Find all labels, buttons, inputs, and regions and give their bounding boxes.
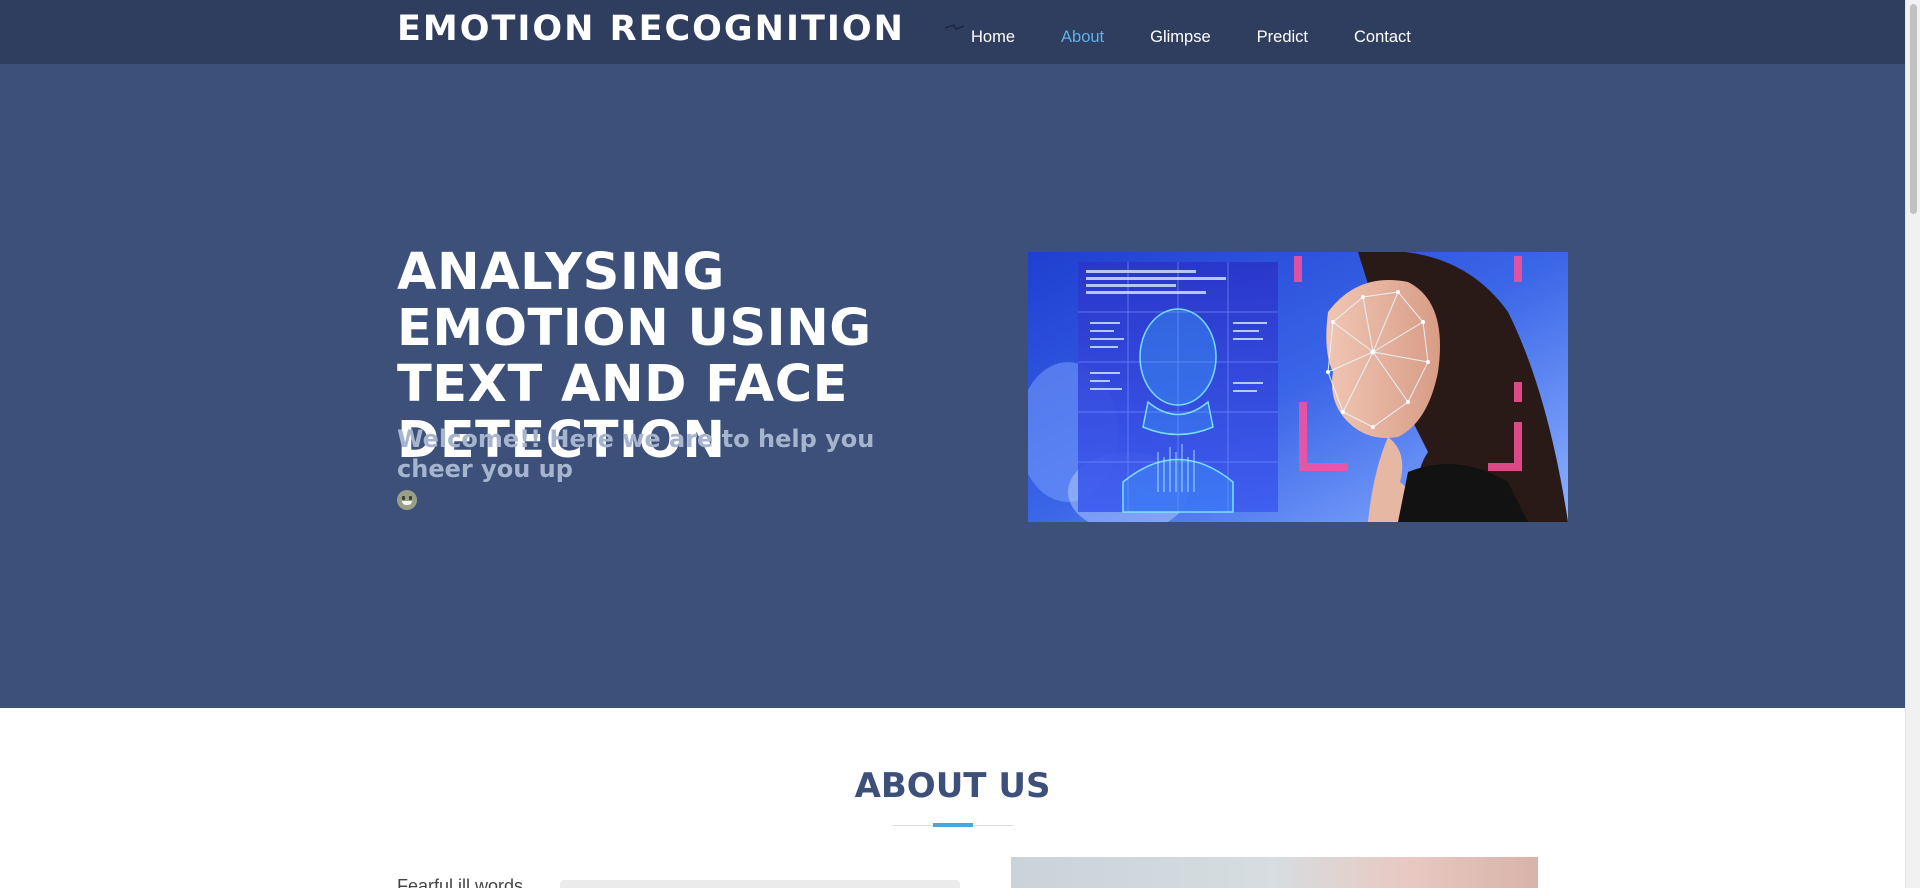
site-header: EMOTION RECOGNITION Home About Glimpse P… [0,0,1905,65]
site-logo[interactable]: EMOTION RECOGNITION [397,9,905,49]
nav-home[interactable]: Home [971,18,1015,47]
hero-subtitle-text: Welcome!! Here we are to help you cheer … [397,425,875,483]
about-section-title: ABOUT US [854,766,1051,806]
vertical-scrollbar[interactable] [1905,0,1920,888]
hero-subtitle: Welcome!! Here we are to help you cheer … [397,424,957,514]
scrollbar-thumb[interactable] [1910,4,1917,214]
nav-about[interactable]: About [1061,18,1104,47]
floating-panel-shadow [560,880,960,888]
hero-image-face-detection [1028,252,1568,522]
hero-section: ANALYSING EMOTION USING TEXT AND FACE DE… [0,64,1905,708]
nav-predict[interactable]: Predict [1257,18,1308,47]
nav-contact[interactable]: Contact [1354,18,1411,47]
about-image [1011,857,1538,888]
page: EMOTION RECOGNITION Home About Glimpse P… [0,0,1905,888]
main-nav: Home About Glimpse Predict Contact [948,0,1457,64]
face-detection-illustration [1028,252,1568,522]
nav-glimpse[interactable]: Glimpse [1150,18,1211,47]
grinning-face-icon [397,490,417,510]
section-divider-accent [933,823,973,827]
